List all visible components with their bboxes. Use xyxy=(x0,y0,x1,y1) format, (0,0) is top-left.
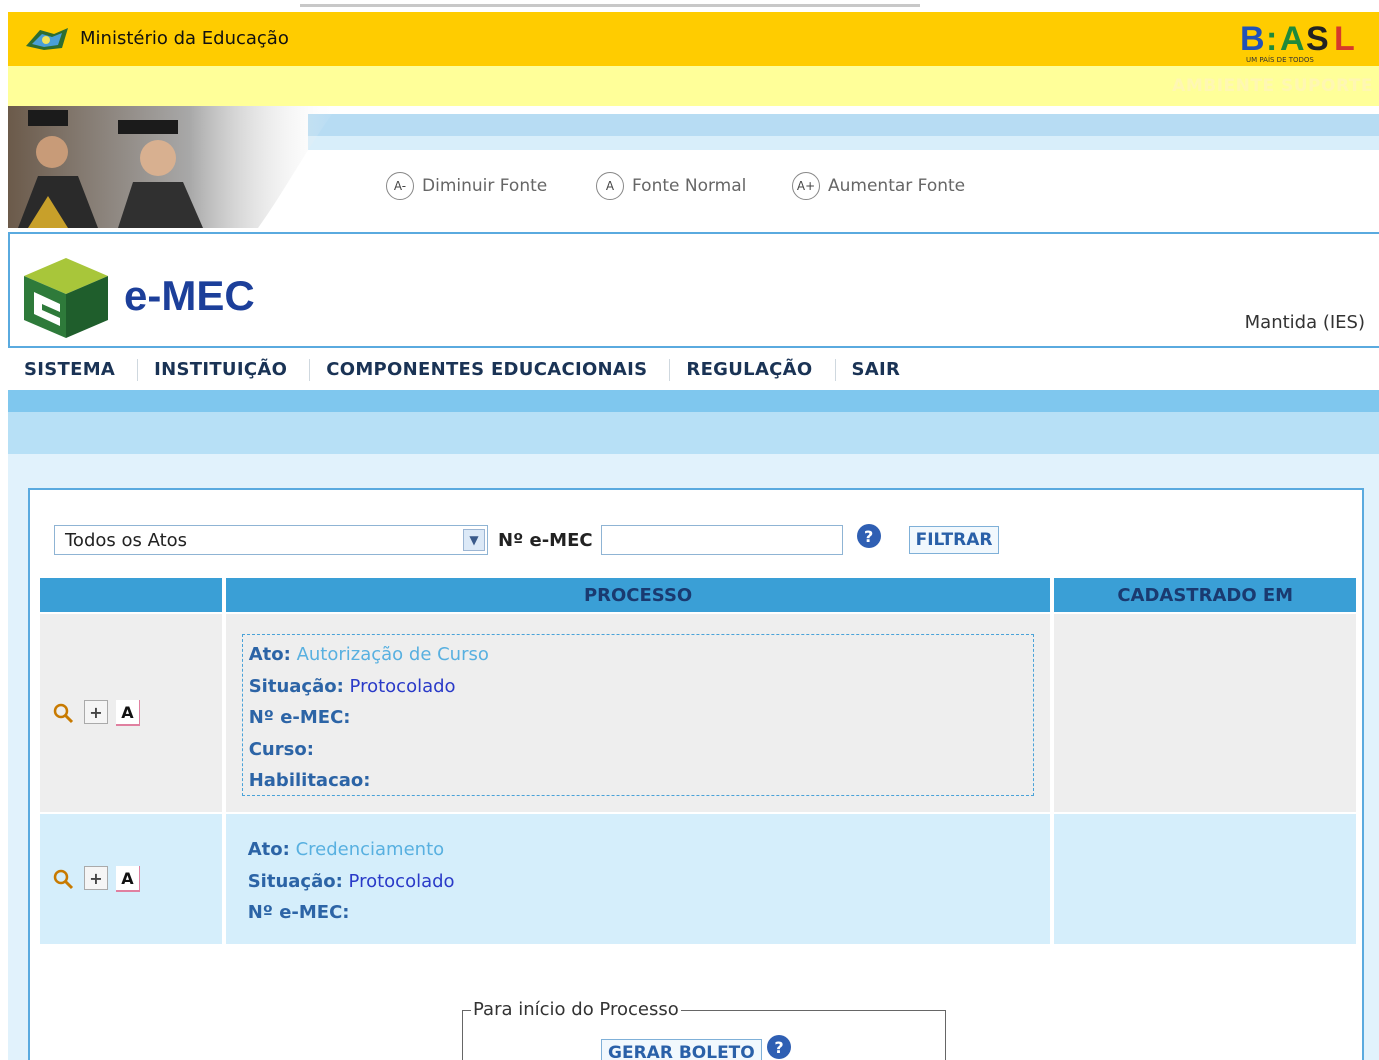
ato-label: Ato: xyxy=(247,839,290,860)
process-list-container: Todos os Atos ▼ Nº e-MEC ? FILTRAR PROCE… xyxy=(28,488,1364,1060)
chevron-down-icon[interactable]: ▼ xyxy=(463,529,485,551)
process-details: Ato: Credenciamento Situação: Protocolad… xyxy=(248,834,455,929)
svg-text:B: B xyxy=(1240,20,1265,58)
situacao-value: Protocolado xyxy=(349,675,456,697)
content-panel: Todos os Atos ▼ Nº e-MEC ? FILTRAR PROCE… xyxy=(8,454,1379,1060)
menu-regulacao[interactable]: REGULAÇÃO xyxy=(670,359,836,381)
svg-text:S: S xyxy=(1306,20,1329,58)
app-title: e-MEC xyxy=(124,272,255,319)
increase-font-label: Aumentar Fonte xyxy=(828,176,966,196)
process-start-legend: Para início do Processo xyxy=(471,999,681,1020)
habilitacao-label: Habilitacao: xyxy=(248,770,371,791)
situacao-label: Situação: xyxy=(247,870,343,892)
normal-font-icon: A xyxy=(596,172,624,200)
table-header: PROCESSO CADASTRADO EM xyxy=(40,578,1356,612)
situacao-value: Protocolado xyxy=(348,870,455,892)
decrease-font-icon: A- xyxy=(386,172,414,200)
row-actions: + A xyxy=(40,814,222,944)
graduates-photo xyxy=(8,106,338,228)
ato-value[interactable]: Credenciamento xyxy=(296,839,445,860)
row-process: Ato: Autorização de Curso Situação: Prot… xyxy=(225,614,1051,812)
svg-text:A: A xyxy=(1280,20,1305,58)
svg-text::: : xyxy=(1266,20,1277,58)
row-process: Ato: Credenciamento Situação: Protocolad… xyxy=(225,814,1051,944)
ato-icon[interactable]: A xyxy=(116,700,140,726)
ato-label: Ato: xyxy=(248,644,291,665)
svg-text:UM PAÍS DE TODOS: UM PAÍS DE TODOS xyxy=(1246,55,1314,64)
magnifier-icon[interactable] xyxy=(50,866,76,892)
window-top-strip xyxy=(0,0,1379,12)
curso-label: Curso: xyxy=(248,738,314,760)
main-menu: SISTEMA INSTITUIÇÃO COMPONENTES EDUCACIO… xyxy=(8,350,1379,390)
help-icon[interactable]: ? xyxy=(856,524,881,548)
numero-label: Nº e-MEC: xyxy=(248,707,351,728)
process-start-fieldset: Para início do Processo GERAR BOLETO ? xyxy=(462,999,946,1060)
decrease-font-label: Diminuir Fonte xyxy=(422,176,548,196)
numero-label: Nº e-MEC: xyxy=(247,902,350,923)
help-icon[interactable]: ? xyxy=(767,1035,791,1059)
table-row: + A Ato: Credenciamento Situação: Protoc… xyxy=(40,814,1356,944)
horizontal-scrollbar[interactable] xyxy=(300,4,920,7)
increase-font-icon: A+ xyxy=(792,172,820,200)
government-bar: Ministério da Educação B : A S L UM PAÍS… xyxy=(8,12,1379,66)
banner: A- Diminuir Fonte A Fonte Normal A+ Aume… xyxy=(8,106,1379,232)
environment-label: AMBIENTE SUPORTE xyxy=(1172,76,1373,96)
column-header-cadastrado-em: CADASTRADO EM xyxy=(1054,578,1356,612)
row-cadastrado-em xyxy=(1054,614,1356,812)
brasil-logo[interactable]: B : A S L UM PAÍS DE TODOS xyxy=(1236,20,1376,64)
row-cadastrado-em xyxy=(1054,814,1356,944)
menu-instituicao[interactable]: INSTITUIÇÃO xyxy=(138,359,311,381)
ministry-icon xyxy=(26,28,68,50)
decrease-font-control[interactable]: A- Diminuir Fonte xyxy=(386,172,547,200)
emec-number-label: Nº e-MEC xyxy=(498,529,593,551)
ato-value[interactable]: Autorização de Curso xyxy=(297,644,489,665)
ministry-name: Ministério da Educação xyxy=(80,28,289,49)
normal-font-control[interactable]: A Fonte Normal xyxy=(596,172,746,200)
banner-band-light xyxy=(308,136,1379,150)
increase-font-control[interactable]: A+ Aumentar Fonte xyxy=(792,172,965,200)
emec-number-input[interactable] xyxy=(600,525,843,555)
normal-font-label: Fonte Normal xyxy=(632,176,747,196)
menu-sair[interactable]: SAIR xyxy=(836,359,923,381)
situacao-label: Situação: xyxy=(248,675,344,697)
magnifier-icon[interactable] xyxy=(50,700,76,726)
process-details: Ato: Autorização de Curso Situação: Prot… xyxy=(241,634,1034,796)
generate-boleto-button[interactable]: GERAR BOLETO xyxy=(601,1039,762,1060)
table-row: + A Ato: Autorização de Curso Situação: … xyxy=(40,614,1356,812)
filter-button[interactable]: FILTRAR xyxy=(908,526,1000,554)
emec-logo-icon xyxy=(24,258,108,338)
acts-select[interactable]: Todos os Atos ▼ xyxy=(54,525,488,555)
user-label: Mantida (IES) xyxy=(1244,312,1365,333)
plus-icon[interactable]: + xyxy=(84,700,108,724)
app-header: e-MEC Mantida (IES) xyxy=(8,232,1379,348)
banner-band xyxy=(308,114,1379,136)
menu-divider-band xyxy=(8,390,1379,454)
column-header-processo: PROCESSO xyxy=(225,578,1051,612)
process-table: PROCESSO CADASTRADO EM + A Ato: Autoriza xyxy=(40,578,1356,944)
ato-icon[interactable]: A xyxy=(116,866,140,892)
menu-sistema[interactable]: SISTEMA xyxy=(8,359,139,381)
filter-bar: Todos os Atos ▼ Nº e-MEC ? FILTRAR xyxy=(54,524,1000,556)
plus-icon[interactable]: + xyxy=(84,866,108,890)
environment-bar: AMBIENTE SUPORTE xyxy=(8,66,1379,106)
svg-text:L: L xyxy=(1334,20,1355,58)
column-header-actions xyxy=(40,578,222,612)
row-actions: + A xyxy=(40,614,222,812)
acts-select-value: Todos os Atos xyxy=(65,530,188,551)
menu-componentes-educacionais[interactable]: COMPONENTES EDUCACIONAIS xyxy=(310,359,671,381)
